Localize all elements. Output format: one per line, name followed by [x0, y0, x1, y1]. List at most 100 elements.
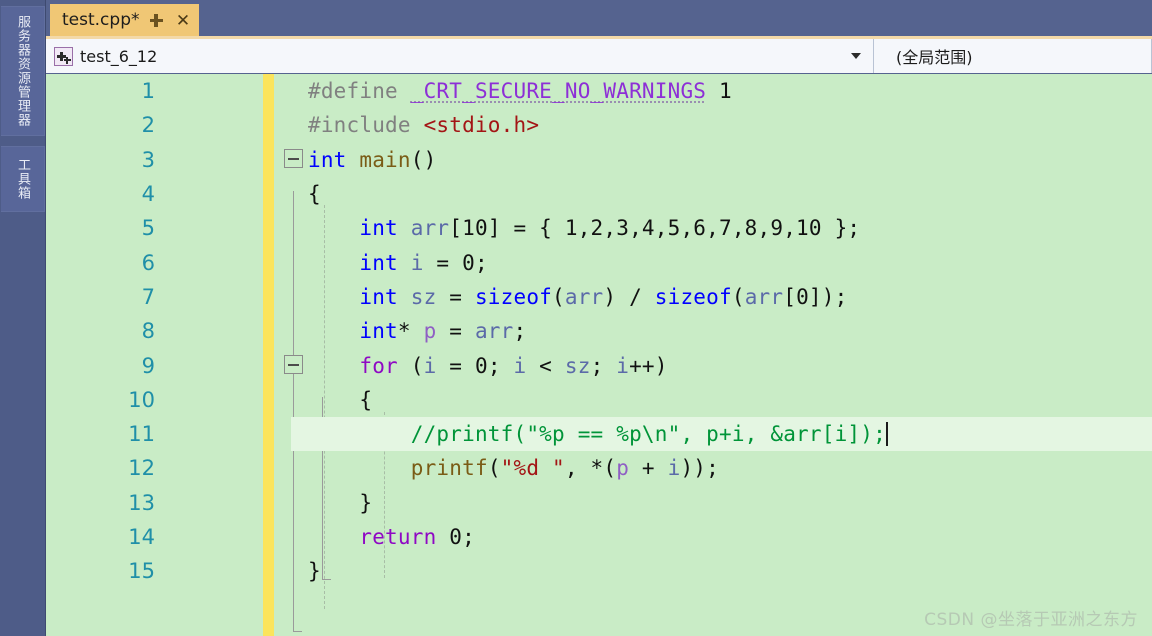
code-token: = — [436, 353, 475, 378]
text-caret — [885, 422, 888, 447]
chevron-down-icon[interactable] — [851, 53, 861, 59]
code-token: 0 — [449, 525, 463, 549]
code-token: 1,2,3,4,5,6,7,8,9,10 — [564, 216, 822, 241]
code-line[interactable]: 15} — [46, 554, 1152, 588]
code-token: { — [308, 182, 321, 207]
line-text-wrap: printf("%d ", *(p + i)); — [291, 451, 1152, 485]
project-selector-label: test_6_12 — [80, 46, 158, 66]
code-token: //printf("%p == %p\n", p+i, &arr[i]); — [410, 422, 886, 447]
code-token: [ — [449, 216, 463, 241]
pin-icon[interactable] — [148, 12, 165, 29]
code-token: #include — [308, 113, 424, 138]
watermark: CSDN @坐落于亚洲之东方 — [924, 610, 1138, 630]
code-token: i — [513, 353, 527, 378]
line-text: { — [291, 388, 372, 412]
dock-tab-toolbox[interactable]: 工具箱 — [1, 146, 45, 212]
code-token: int — [359, 284, 398, 309]
line-number: 15 — [128, 559, 155, 584]
scope-selector[interactable]: (全局范围) — [874, 39, 1152, 73]
line-number: 11 — [46, 422, 171, 447]
left-dock-strip: 服务器资源管理器 工具箱 — [0, 0, 46, 636]
code-token: return — [359, 525, 437, 549]
code-line[interactable]: 11 //printf("%p == %p\n", p+i, &arr[i]); — [46, 416, 1152, 452]
code-token: 0 — [474, 353, 488, 378]
line-text-wrap: int* p = arr; — [291, 314, 1152, 348]
code-token: ++) — [629, 353, 668, 378]
line-text-wrap: //printf("%p == %p\n", p+i, &arr[i]); — [291, 416, 1152, 452]
code-token: = — [423, 250, 463, 275]
code-token: arr — [410, 216, 450, 241]
line-number: 4 — [141, 182, 155, 207]
code-line[interactable]: 13 } — [46, 486, 1152, 520]
code-line[interactable]: 7 int sz = sizeof(arr) / sizeof(arr[0]); — [46, 280, 1152, 314]
line-text-wrap: int arr[10] = { 1,2,3,4,5,6,7,8,9,10 }; — [291, 211, 1152, 245]
line-number: 1 — [141, 79, 155, 104]
code-editor[interactable]: 1 #define _CRT_SECURE_NO_WARNINGS 1 2 #incl… — [46, 74, 1152, 636]
document-tab-strip: test.cpp* ✕ — [46, 0, 1152, 36]
line-text-wrap: for (i = 0; i < sz; i++) — [291, 348, 1152, 382]
dock-tab-server-explorer[interactable]: 服务器资源管理器 — [1, 6, 45, 136]
code-token: arr — [744, 284, 784, 309]
close-icon[interactable]: ✕ — [174, 12, 191, 29]
code-token: _CRT_SECURE_NO_WARNINGS — [410, 79, 707, 104]
code-token: i — [667, 456, 681, 481]
code-token: )); — [680, 456, 719, 481]
code-token: ; — [487, 353, 514, 378]
code-token: + — [629, 456, 668, 481]
line-text: int main() — [291, 148, 436, 172]
code-token: arr — [564, 284, 604, 309]
code-line[interactable]: 9 for (i = 0; i < sz; i++) — [46, 348, 1152, 382]
code-token: <stdio.h> — [423, 113, 540, 138]
code-token: sz — [564, 353, 591, 378]
code-line[interactable]: 3 int main() — [46, 143, 1152, 177]
cpp-project-icon — [54, 46, 73, 66]
code-line[interactable]: 4{ — [46, 177, 1152, 211]
code-line[interactable]: 10 { — [46, 383, 1152, 417]
code-line[interactable]: 5 int arr[10] = { 1,2,3,4,5,6,7,8,9,10 }… — [46, 211, 1152, 245]
code-token: ( — [397, 353, 424, 378]
collapse-toggle-for[interactable] — [284, 355, 303, 374]
line-number: 12 — [128, 456, 155, 481]
code-line[interactable]: 12 printf("%d ", *(p + i)); — [46, 451, 1152, 485]
line-text-wrap: int sz = sizeof(arr) / sizeof(arr[0]); — [291, 280, 1152, 314]
code-token: < — [526, 353, 565, 378]
line-text-wrap: int main() — [291, 143, 1152, 177]
code-token: ( — [487, 456, 501, 481]
document-tab-test-cpp[interactable]: test.cpp* ✕ — [50, 4, 200, 36]
navigation-bar: test_6_12 (全局范围) — [46, 39, 1152, 73]
line-number: 14 — [128, 525, 155, 549]
code-token: sizeof — [474, 284, 553, 309]
code-token: ; — [513, 319, 527, 344]
code-token: for — [359, 353, 398, 378]
collapse-toggle-main[interactable] — [284, 149, 303, 168]
code-token: i — [410, 250, 424, 275]
code-line[interactable]: 14 return 0; — [46, 520, 1152, 554]
line-number: 8 — [141, 319, 155, 344]
scope-selector-label: (全局范围) — [896, 48, 973, 67]
line-text-wrap: { — [291, 177, 1152, 211]
code-line[interactable]: 1 #define _CRT_SECURE_NO_WARNINGS 1 — [46, 74, 1152, 108]
code-token: , *( — [564, 456, 617, 481]
code-token: ; — [474, 250, 488, 275]
code-line[interactable]: 8 int* p = arr; — [46, 314, 1152, 348]
code-line[interactable]: 6 int i = 0; — [46, 245, 1152, 279]
code-token: #define — [308, 79, 411, 104]
code-line[interactable]: 2 #include <stdio.h> — [46, 108, 1152, 142]
code-token: ( — [731, 284, 745, 309]
project-selector[interactable]: test_6_12 — [46, 39, 874, 73]
code-token: i — [616, 353, 630, 378]
line-text: int* p = arr; — [291, 319, 526, 343]
line-text: for (i = 0; i < sz; i++) — [291, 354, 668, 378]
code-token: main — [359, 147, 411, 172]
code-lines: 1 #define _CRT_SECURE_NO_WARNINGS 1 2 #incl… — [46, 74, 1152, 636]
line-text-wrap: int i = 0; — [291, 245, 1152, 279]
line-text: } — [291, 491, 372, 515]
code-token: * — [397, 319, 424, 344]
